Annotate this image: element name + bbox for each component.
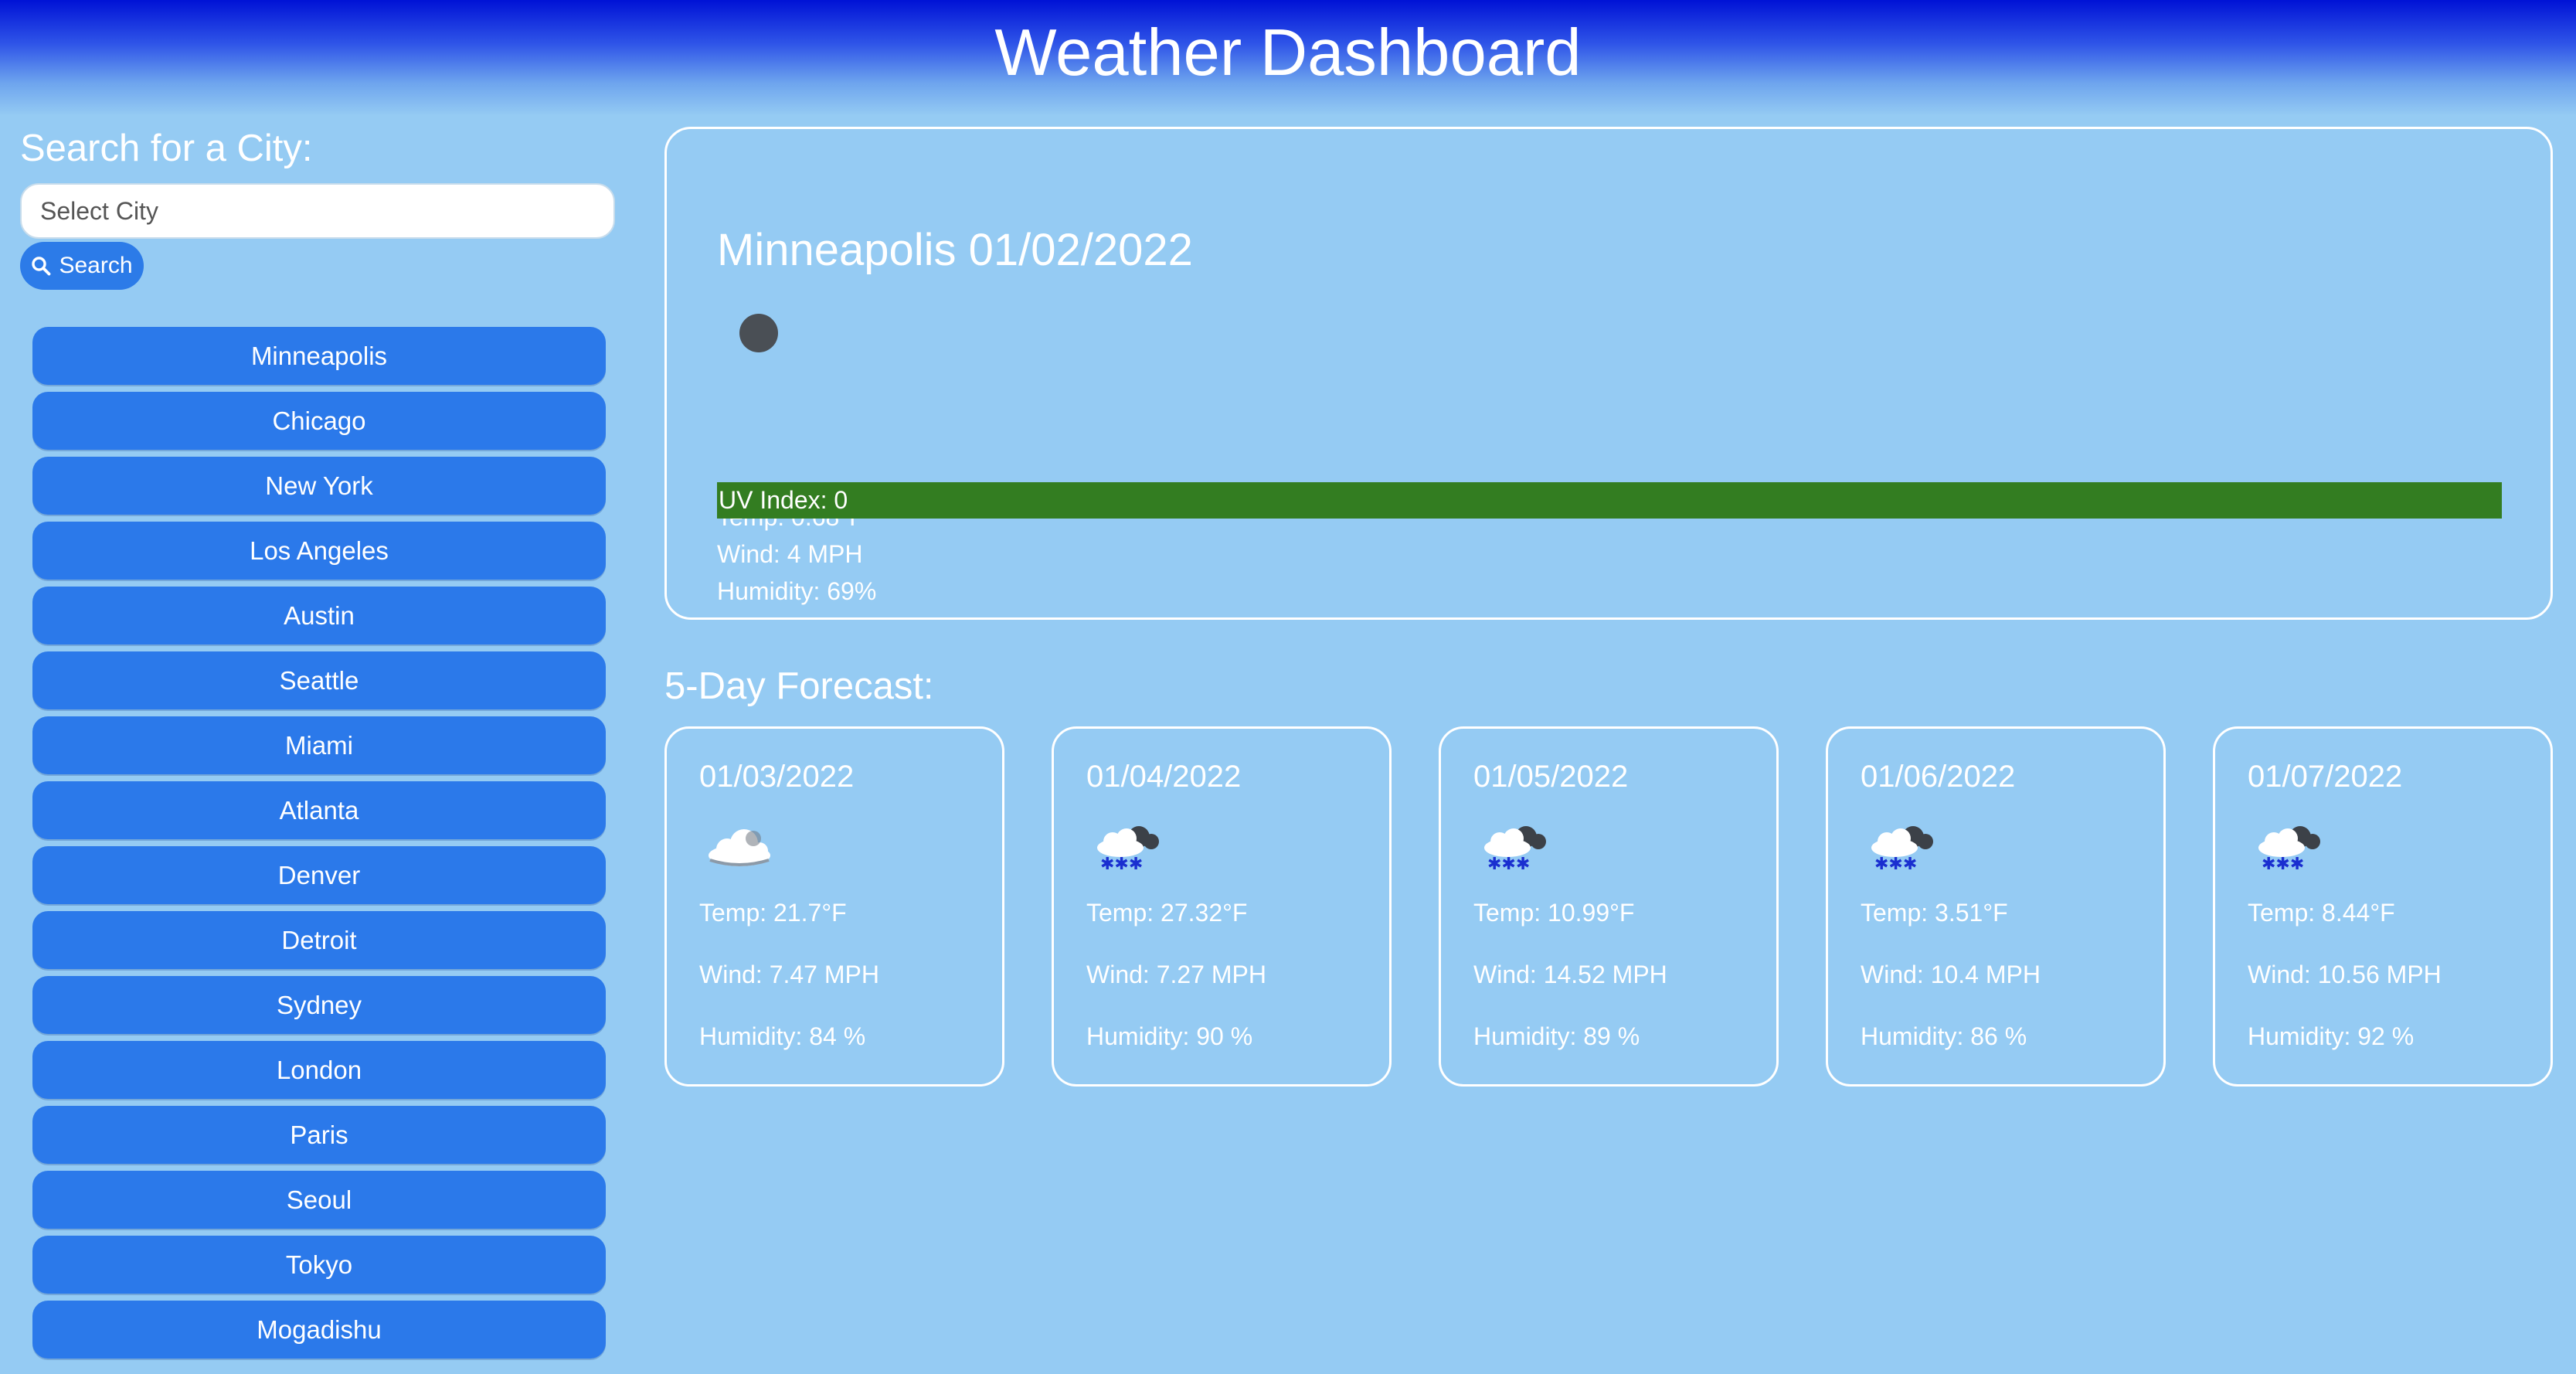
forecast-wind: Wind: 10.56 MPH xyxy=(2248,961,2442,988)
city-button-seoul[interactable]: Seoul xyxy=(32,1171,606,1229)
search-button-label: Search xyxy=(59,253,133,278)
city-button-sydney[interactable]: Sydney xyxy=(32,976,606,1034)
current-weather-panel: Minneapolis 01/02/2022 Temp: 0.68°F Wind… xyxy=(664,127,2553,620)
forecast-date: 01/04/2022 xyxy=(1086,760,1242,794)
city-button-austin[interactable]: Austin xyxy=(32,587,606,644)
svg-text:✱✱✱: ✱✱✱ xyxy=(1874,855,1917,872)
forecast-wind: Wind: 14.52 MPH xyxy=(1473,961,1667,988)
forecast-date: 01/06/2022 xyxy=(1861,760,2016,794)
city-button-new-york[interactable]: New York xyxy=(32,457,606,515)
forecast-title: 5-Day Forecast: xyxy=(664,665,934,707)
city-button-denver[interactable]: Denver xyxy=(32,846,606,904)
forecast-humidity: Humidity: 92 % xyxy=(2248,1022,2415,1050)
svg-text:✱✱✱: ✱✱✱ xyxy=(2262,855,2304,872)
snow-cloud-icon: ✱✱✱ xyxy=(1484,826,1546,872)
snow-cloud-icon: ✱✱✱ xyxy=(1871,826,1933,872)
forecast-humidity: Humidity: 84 % xyxy=(699,1022,866,1050)
current-humidity: Humidity: 69% xyxy=(717,577,877,605)
cloudy-icon xyxy=(709,829,770,866)
forecast-wind: Wind: 7.27 MPH xyxy=(1086,961,1266,988)
search-icon xyxy=(32,257,51,276)
city-button-seattle[interactable]: Seattle xyxy=(32,651,606,709)
forecast-card: 01/06/2022 ✱✱✱ Temp: 3.51°F Wind: 10.4 M… xyxy=(1826,726,2166,1087)
forecast-humidity: Humidity: 89 % xyxy=(1473,1022,1640,1050)
forecast-wind: Wind: 10.4 MPH xyxy=(1861,961,2041,988)
page-title: Weather Dashboard xyxy=(994,16,1582,90)
city-history-list: Minneapolis Chicago New York Los Angeles… xyxy=(32,327,606,1365)
city-button-paris[interactable]: Paris xyxy=(32,1106,606,1164)
city-button-tokyo[interactable]: Tokyo xyxy=(32,1236,606,1294)
city-search-input[interactable] xyxy=(20,183,615,239)
forecast-row: 01/03/2022 Temp: 21.7°F Wind: 7.47 MPH H… xyxy=(664,726,2553,1087)
city-button-atlanta[interactable]: Atlanta xyxy=(32,781,606,839)
forecast-wind: Wind: 7.47 MPH xyxy=(699,961,879,988)
page-header: Weather Dashboard xyxy=(0,0,2576,116)
city-button-chicago[interactable]: Chicago xyxy=(32,392,606,450)
svg-text:✱✱✱: ✱✱✱ xyxy=(1487,855,1530,872)
uv-index-bar: UV Index: 0 xyxy=(717,482,2502,519)
forecast-humidity: Humidity: 90 % xyxy=(1086,1022,1253,1050)
city-button-los-angeles[interactable]: Los Angeles xyxy=(32,522,606,580)
forecast-card: 01/07/2022 ✱✱✱ Temp: 8.44°F Wind: 10.56 … xyxy=(2213,726,2553,1087)
search-label: Search for a City: xyxy=(20,128,313,169)
snow-cloud-icon: ✱✱✱ xyxy=(1097,826,1159,872)
forecast-temp: Temp: 10.99°F xyxy=(1473,899,1635,927)
forecast-date: 01/05/2022 xyxy=(1473,760,1629,794)
forecast-card: 01/03/2022 Temp: 21.7°F Wind: 7.47 MPH H… xyxy=(664,726,1004,1087)
forecast-date: 01/03/2022 xyxy=(699,760,855,794)
city-button-miami[interactable]: Miami xyxy=(32,716,606,774)
forecast-card: 01/05/2022 ✱✱✱ Temp: 10.99°F Wind: 14.52… xyxy=(1439,726,1779,1087)
forecast-date: 01/07/2022 xyxy=(2248,760,2403,794)
forecast-temp: Temp: 27.32°F xyxy=(1086,899,1248,927)
city-button-mogadishu[interactable]: Mogadishu xyxy=(32,1301,606,1359)
forecast-card: 01/04/2022 ✱✱✱ Temp: 27.32°F Wind: 7.27 … xyxy=(1052,726,1392,1087)
search-button[interactable]: Search xyxy=(20,242,144,290)
city-button-minneapolis[interactable]: Minneapolis xyxy=(32,327,606,385)
forecast-temp: Temp: 21.7°F xyxy=(699,899,847,927)
dark-circle-weather-icon xyxy=(739,314,778,352)
forecast-humidity: Humidity: 86 % xyxy=(1861,1022,2027,1050)
current-city-heading: Minneapolis 01/02/2022 xyxy=(717,225,1193,275)
forecast-temp: Temp: 3.51°F xyxy=(1861,899,2008,927)
svg-text:✱✱✱: ✱✱✱ xyxy=(1100,855,1143,872)
snow-cloud-icon: ✱✱✱ xyxy=(2258,826,2320,872)
uv-index-label: UV Index: 0 xyxy=(719,486,848,514)
current-wind: Wind: 4 MPH xyxy=(717,540,863,568)
city-button-london[interactable]: London xyxy=(32,1041,606,1099)
forecast-temp: Temp: 8.44°F xyxy=(2248,899,2395,927)
city-button-detroit[interactable]: Detroit xyxy=(32,911,606,969)
